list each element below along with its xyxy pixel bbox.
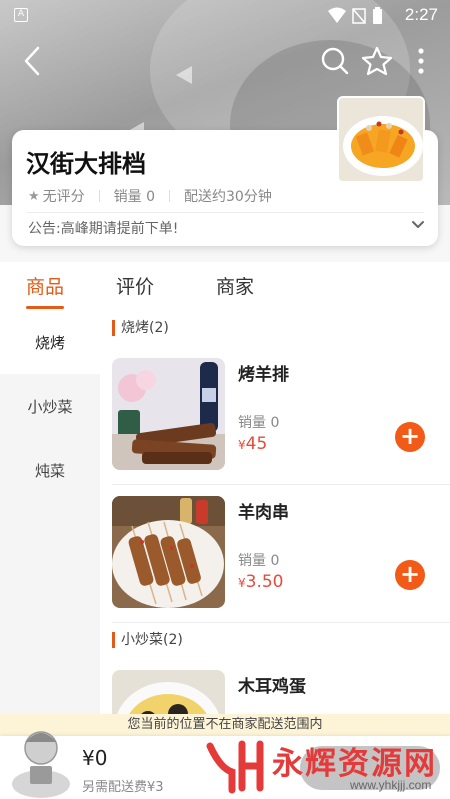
shop-name: 汉街大排档: [26, 150, 146, 178]
category-sidebar: 烧烤 小炒菜 炖菜: [0, 312, 100, 722]
favorite-star-icon[interactable]: [360, 44, 394, 78]
product-price: ¥3.50: [238, 572, 284, 592]
search-icon[interactable]: [318, 44, 352, 78]
product-image: [112, 358, 225, 470]
product-sales: 销量 0: [238, 415, 280, 431]
shop-rating: 无评分: [42, 189, 85, 205]
product-list: 烧烤(2) 烤羊排 销量 0 ¥45 + 羊肉串 销量 0 ¥3.50 + 小炒…: [100, 312, 450, 722]
banner-decoration: [176, 66, 192, 84]
tab-reviews[interactable]: 评价: [116, 272, 154, 299]
status-icons: [328, 7, 382, 24]
notification-icon: A: [14, 8, 28, 22]
shop-meta: ★ 无评分 销量 0 配送约30分钟: [28, 186, 272, 206]
shop-sales: 销量 0: [113, 189, 156, 205]
add-to-cart-button[interactable]: +: [395, 422, 425, 452]
tab-products[interactable]: 商品: [26, 272, 64, 299]
product-name: 木耳鸡蛋: [238, 677, 306, 697]
divider: [169, 190, 171, 202]
category-item-stew[interactable]: 炖菜: [0, 440, 100, 502]
shop-delivery-time: 配送约30分钟: [184, 189, 272, 205]
tab-merchant[interactable]: 商家: [216, 272, 254, 299]
checkout-button[interactable]: [300, 746, 440, 790]
divider: [112, 622, 450, 623]
category-item-stir-fry[interactable]: 小炒菜: [0, 376, 100, 438]
cart-total: ¥0: [82, 746, 108, 770]
shop-tabs: 商品 评价 商家: [0, 262, 450, 312]
product-name: 羊肉串: [238, 503, 289, 523]
tab-indicator: [26, 306, 64, 309]
category-item-bbq[interactable]: 烧烤: [0, 312, 100, 374]
cart-bar: ¥0 另需配送费¥3: [0, 731, 450, 799]
battery-icon: [373, 9, 382, 24]
shop-notice[interactable]: 公告:高峰期请提前下单!: [28, 218, 178, 238]
wifi-icon: [328, 7, 346, 23]
divider: [112, 484, 450, 485]
chevron-down-icon[interactable]: [408, 214, 428, 234]
status-bar: A 2:27: [0, 0, 450, 30]
product-price: ¥45: [238, 434, 268, 454]
divider: [98, 190, 100, 202]
back-icon[interactable]: [18, 44, 52, 78]
product-item[interactable]: 羊肉串 销量 0 ¥3.50 +: [112, 496, 440, 614]
section-header: 烧烤(2): [112, 320, 169, 336]
more-vertical-icon[interactable]: [404, 44, 438, 78]
divider: [26, 212, 424, 213]
product-image: [112, 496, 225, 608]
cart-avatar-icon[interactable]: [10, 718, 72, 798]
section-header: 小炒菜(2): [112, 632, 183, 648]
product-item[interactable]: 烤羊排 销量 0 ¥45 +: [112, 358, 440, 476]
product-sales: 销量 0: [238, 553, 280, 569]
delivery-fee-note: 另需配送费¥3: [82, 780, 164, 795]
clock: 2:27: [404, 5, 438, 24]
rating-star-icon: ★: [28, 188, 40, 204]
product-name: 烤羊排: [238, 365, 289, 385]
add-to-cart-button[interactable]: +: [395, 560, 425, 590]
shop-logo: [337, 96, 425, 183]
